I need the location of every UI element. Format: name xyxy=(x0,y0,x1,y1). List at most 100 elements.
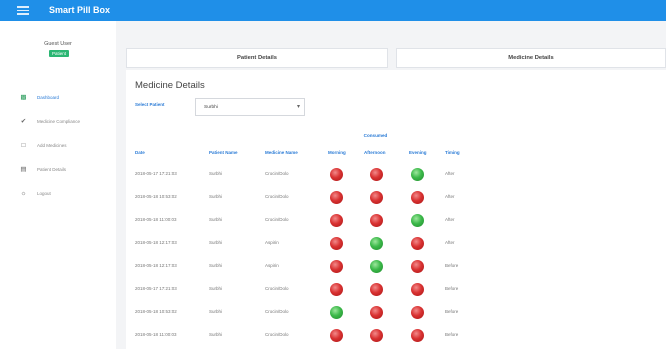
cell-medicine-name: Crocin/Dolo xyxy=(265,286,289,291)
table-row: 2018-05-18 11:00:03 Surbhi Crocin/Dolo Befo… xyxy=(126,326,666,346)
afternoon-status-icon xyxy=(370,306,383,319)
cell-patient-name: Surbhi xyxy=(209,240,223,245)
cell-date: 2018-05-18 11:00:03 xyxy=(135,217,177,222)
evening-status-icon xyxy=(411,237,424,250)
afternoon-status-icon xyxy=(370,260,383,273)
sidebar-item-dashboard[interactable]: ▩ Dashboard xyxy=(0,91,116,105)
tab-patient-details[interactable]: Patient Details xyxy=(126,48,388,68)
cell-date: 2018-05-18 10:53:02 xyxy=(135,194,177,199)
select-patient-label: Select Patient xyxy=(135,102,165,107)
evening-status-icon xyxy=(411,306,424,319)
column-header-morning[interactable]: Morning xyxy=(328,150,346,155)
afternoon-status-icon xyxy=(370,168,383,181)
table-row: 2018-05-18 10:53:02 Surbhi Crocin/Dolo Afte… xyxy=(126,188,666,208)
afternoon-status-icon xyxy=(370,283,383,296)
cell-medicine-name: Aspirin xyxy=(265,263,279,268)
afternoon-status-icon xyxy=(370,191,383,204)
cell-timing: Before xyxy=(445,286,459,291)
evening-status-icon xyxy=(411,329,424,342)
evening-status-icon xyxy=(411,214,424,227)
cell-patient-name: Surbhi xyxy=(209,217,223,222)
cell-medicine-name: Crocin/Dolo xyxy=(265,171,289,176)
sidebar-item-label: Patient Details xyxy=(37,167,67,172)
document-icon: ▤ xyxy=(20,166,27,173)
cell-timing: After xyxy=(445,171,455,176)
table-row: 2018-05-17 17:21:03 Surbhi Crocin/Dolo Afte… xyxy=(126,165,666,185)
cell-medicine-name: Crocin/Dolo xyxy=(265,309,289,314)
calendar-icon: □ xyxy=(21,142,26,149)
sidebar-item-label: Add Medicines xyxy=(37,143,67,148)
patient-select-value: Surbhi xyxy=(204,105,218,110)
cell-date: 2018-05-18 12:17:03 xyxy=(135,263,177,268)
evening-status-icon xyxy=(411,191,424,204)
cell-date: 2018-05-17 17:21:03 xyxy=(135,171,177,176)
consumed-label: Consumed xyxy=(363,133,388,138)
cell-timing: Before xyxy=(445,309,459,314)
table-row: 2018-05-18 10:53:02 Surbhi Crocin/Dolo Befo… xyxy=(126,303,666,323)
table-row: 2018-05-17 17:21:03 Surbhi Crocin/Dolo Befo… xyxy=(126,280,666,300)
sidebar-item-medicine-compliance[interactable]: ✔ Medicine Compliance xyxy=(0,115,116,129)
sidebar-item-label: Medicine Compliance xyxy=(37,119,81,124)
sidebar-item-add-medicines[interactable]: □ Add Medicines xyxy=(0,139,116,153)
cell-patient-name: Surbhi xyxy=(209,332,223,337)
cell-date: 2018-05-18 12:17:03 xyxy=(135,240,177,245)
cell-medicine-name: Crocin/Dolo xyxy=(265,217,289,222)
app-title: Smart Pill Box xyxy=(49,5,111,15)
dashboard-icon: ▩ xyxy=(20,94,27,101)
afternoon-status-icon xyxy=(370,237,383,250)
cell-timing: After xyxy=(445,217,455,222)
cell-medicine-name: Aspirin xyxy=(265,240,279,245)
consumed-group-header: Consumed xyxy=(126,133,666,141)
column-header-medicine-name[interactable]: Medicine Name xyxy=(265,150,298,155)
morning-status-icon xyxy=(330,329,343,342)
sidebar-item-logout[interactable]: ☼ Logout xyxy=(0,187,116,201)
table-row: 2018-05-18 12:17:03 Surbhi Aspirin After xyxy=(126,234,666,254)
cell-patient-name: Surbhi xyxy=(209,263,223,268)
tab-medicine-details[interactable]: Medicine Details xyxy=(396,48,666,68)
sidebar-item-label: Logout xyxy=(37,191,51,196)
menu-icon[interactable] xyxy=(17,6,29,15)
cell-patient-name: Surbhi xyxy=(209,286,223,291)
cell-medicine-name: Crocin/Dolo xyxy=(265,194,289,199)
user-role-badge: Patient xyxy=(49,50,69,57)
table-row: 2018-05-18 12:17:03 Surbhi Aspirin Before xyxy=(126,257,666,277)
afternoon-status-icon xyxy=(370,214,383,227)
morning-status-icon xyxy=(330,283,343,296)
column-header-evening[interactable]: Evening xyxy=(409,150,427,155)
cell-medicine-name: Crocin/Dolo xyxy=(265,332,289,337)
sidebar-item-patient-details[interactable]: ▤ Patient Details xyxy=(0,163,116,177)
table-row: 2018-05-18 11:00:03 Surbhi Crocin/Dolo Afte… xyxy=(126,211,666,231)
cell-patient-name: Surbhi xyxy=(209,171,223,176)
page-title: Medicine Details xyxy=(135,80,205,91)
sidebar-item-label: Dashboard xyxy=(37,95,60,100)
morning-status-icon xyxy=(330,260,343,273)
logout-icon: ☼ xyxy=(20,190,27,197)
cell-date: 2018-05-18 10:53:02 xyxy=(135,309,177,314)
morning-status-icon xyxy=(330,191,343,204)
patient-select[interactable]: Surbhi ▾ xyxy=(195,98,305,116)
cell-timing: Before xyxy=(445,263,459,268)
evening-status-icon xyxy=(411,260,424,273)
morning-status-icon xyxy=(330,214,343,227)
afternoon-status-icon xyxy=(370,329,383,342)
sidebar: Guest User Patient ▩ Dashboard ✔ Medicin… xyxy=(0,21,116,349)
cell-patient-name: Surbhi xyxy=(209,309,223,314)
column-header-date[interactable]: Date xyxy=(135,150,145,155)
column-header-patient-name[interactable]: Patient Name xyxy=(209,150,238,155)
morning-status-icon xyxy=(330,237,343,250)
table-header: Date Patient Name Medicine Name Morning … xyxy=(126,150,666,160)
cell-timing: After xyxy=(445,240,455,245)
user-name: Guest User xyxy=(44,41,72,47)
evening-status-icon xyxy=(411,168,424,181)
column-header-timing[interactable]: Timing xyxy=(445,150,460,155)
column-header-afternoon[interactable]: Afternoon xyxy=(364,150,386,155)
evening-status-icon xyxy=(411,283,424,296)
tab-bar: Patient Details Medicine Details xyxy=(126,48,666,68)
cell-timing: After xyxy=(445,194,455,199)
cell-patient-name: Surbhi xyxy=(209,194,223,199)
pill-icon: ✔ xyxy=(20,118,27,125)
top-app-bar: Smart Pill Box xyxy=(0,0,666,21)
cell-date: 2018-05-17 17:21:03 xyxy=(135,286,177,291)
cell-timing: Before xyxy=(445,332,459,337)
chevron-down-icon: ▾ xyxy=(296,104,300,110)
